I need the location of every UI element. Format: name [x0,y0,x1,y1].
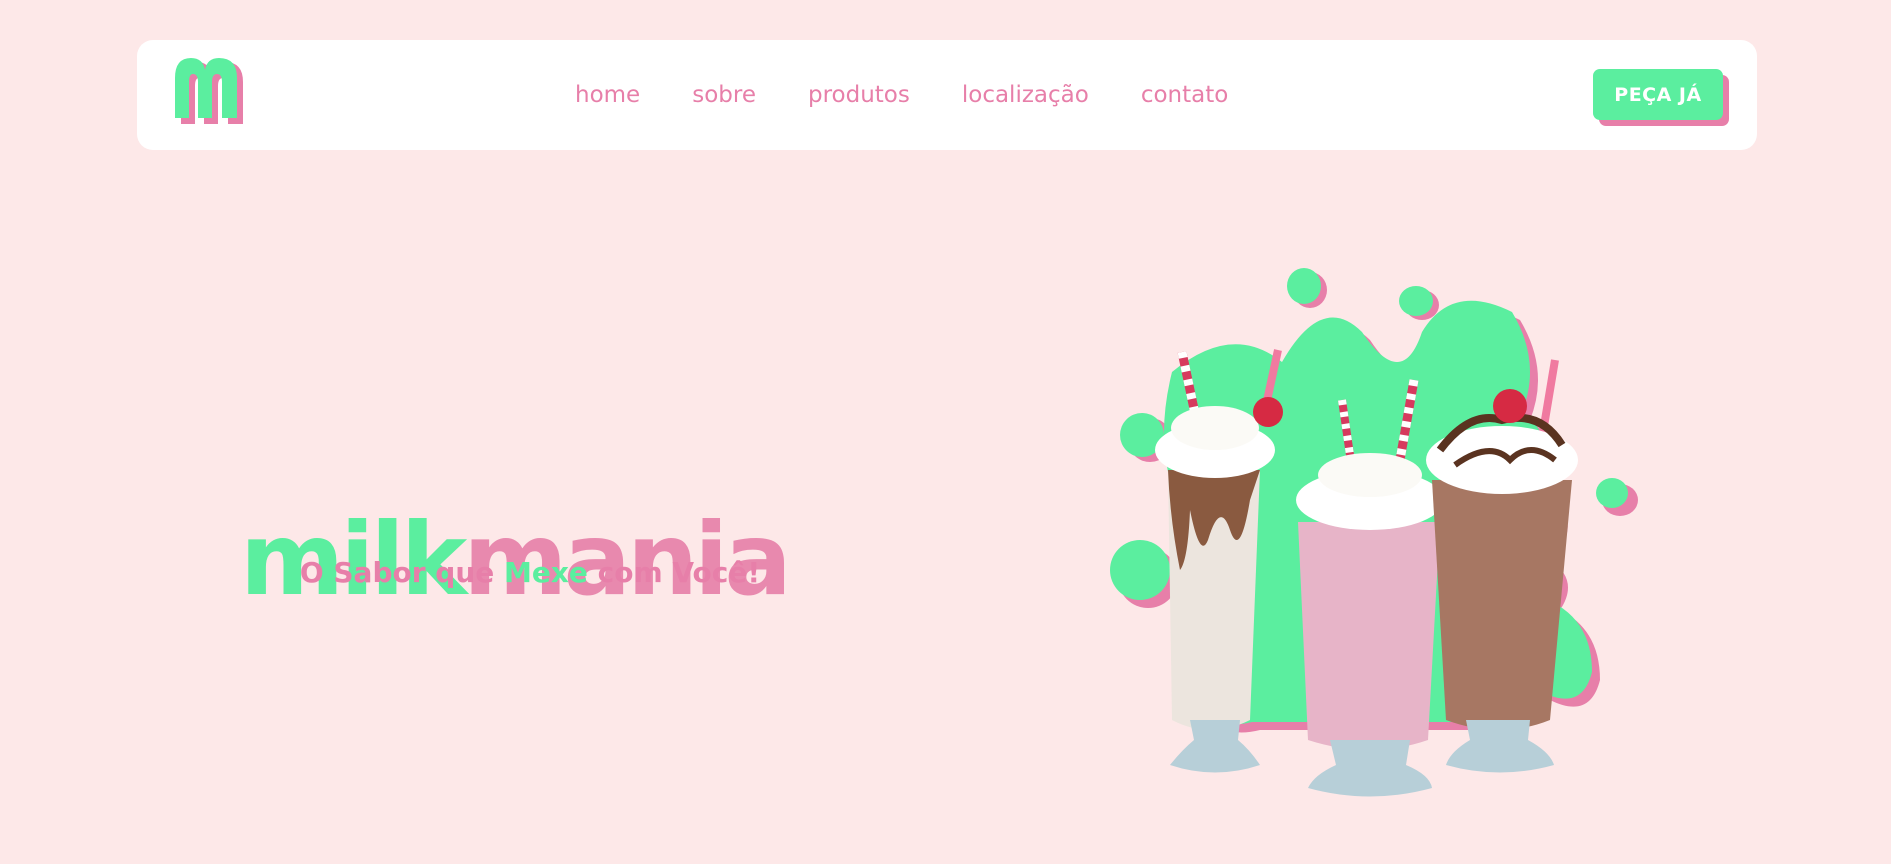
nav-links: home sobre produtos localização contato [575,40,1228,150]
navbar: home sobre produtos localização contato … [137,40,1757,150]
tagline-post: com Você! [587,556,761,589]
nav-link-sobre[interactable]: sobre [692,82,756,108]
logo-icon[interactable] [173,58,249,126]
order-now-button[interactable]: PEÇA JÁ [1593,69,1723,120]
nav-link-localizacao[interactable]: localização [962,82,1089,108]
nav-link-contato[interactable]: contato [1141,82,1229,108]
nav-link-home[interactable]: home [575,82,640,108]
tagline-pre: O Sabor que [299,556,504,589]
nav-link-produtos[interactable]: produtos [808,82,910,108]
tagline-highlight: Mexe [504,556,588,589]
milkshakes-image [1110,268,1638,797]
hero-tagline: O Sabor que Mexe com Você! [240,556,820,589]
